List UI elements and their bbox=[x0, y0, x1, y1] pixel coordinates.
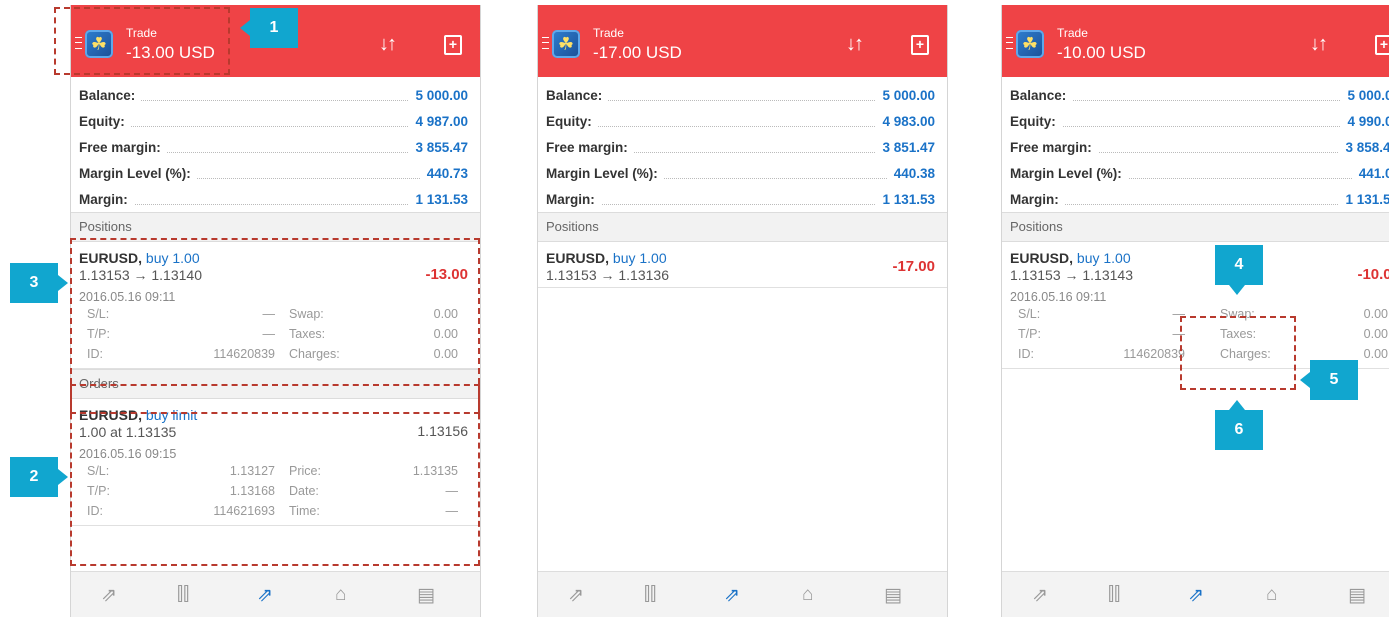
position-symbol: EURUSD, bbox=[1010, 250, 1074, 266]
screen-title: Trade bbox=[593, 26, 624, 40]
chart-icon[interactable]: ⫿⫿ bbox=[177, 584, 189, 606]
marker-3: 3 bbox=[10, 263, 68, 303]
app-logo-icon: ☘ bbox=[552, 30, 580, 58]
new-order-icon[interactable]: + bbox=[911, 35, 929, 55]
equity-row: Equity: 4 987.00 bbox=[79, 114, 468, 129]
new-order-icon[interactable]: + bbox=[444, 35, 462, 55]
new-order-icon[interactable]: + bbox=[1375, 35, 1389, 55]
floating-profit: -10.00 USD bbox=[1057, 43, 1146, 62]
free-margin-row: Free margin:3 858.47 bbox=[1002, 134, 1389, 160]
trade-icon[interactable]: ⇗ bbox=[724, 584, 740, 607]
history-icon[interactable]: ⌂ bbox=[802, 584, 813, 606]
app-logo-icon: ☘ bbox=[1016, 30, 1044, 58]
menu-icon[interactable] bbox=[1006, 37, 1013, 49]
header-bar: ☘ Trade -10.00 USD ↓↑ + bbox=[1002, 5, 1389, 77]
equity-row: Equity: 4 983.00 bbox=[546, 114, 935, 129]
trade-screen-3: ☘ Trade -10.00 USD ↓↑ + Balance:5 000.00… bbox=[1001, 5, 1389, 617]
position-prices: 1.13153 → 1.13143 bbox=[1010, 267, 1133, 283]
screen-title: Trade bbox=[1057, 26, 1088, 40]
account-summary: Balance: 5 000.00 Equity: 4 987.00 Free ma… bbox=[71, 77, 480, 212]
history-icon[interactable]: ⌂ bbox=[1266, 584, 1277, 606]
position-symbol: EURUSD, bbox=[546, 250, 610, 266]
marker-2: 2 bbox=[10, 457, 68, 497]
floating-profit: -17.00 USD bbox=[593, 43, 682, 62]
margin-level-row: Margin Level (%):441.00 bbox=[1002, 160, 1389, 186]
position-profit: -17.00 bbox=[892, 258, 935, 275]
equity-row: Equity:4 990.00 bbox=[1002, 108, 1389, 134]
balance-row: Balance:5 000.00 bbox=[546, 88, 935, 103]
sort-icon[interactable]: ↓↑ bbox=[1310, 33, 1328, 56]
quotes-icon[interactable]: ⇗ bbox=[101, 584, 117, 607]
balance-row: Balance:5 000.00 bbox=[1002, 82, 1389, 108]
history-icon[interactable]: ⌂ bbox=[335, 584, 346, 606]
account-summary: Balance: 5 000.00 Equity: 4 983.00 Free ma… bbox=[538, 77, 947, 212]
position-item[interactable]: EURUSD, buy 1.00 1.13153 → 1.13136 -17.0… bbox=[538, 242, 947, 288]
chart-icon[interactable]: ⫿⫿ bbox=[1108, 584, 1120, 606]
position-action: buy 1.00 bbox=[612, 250, 667, 266]
news-icon[interactable]: ▤ bbox=[884, 584, 902, 607]
marker-4: 4 bbox=[1215, 245, 1263, 295]
trade-icon[interactable]: ⇗ bbox=[257, 584, 273, 607]
news-icon[interactable]: ▤ bbox=[417, 584, 435, 607]
bottom-nav: ⇗ ⫿⫿ ⇗ ⌂ ▤ bbox=[538, 571, 947, 617]
position-profit: -10.00 bbox=[1357, 266, 1389, 283]
highlight-orders-box bbox=[70, 384, 480, 566]
free-margin-row: Free margin: 3 855.47 bbox=[79, 140, 468, 155]
sort-icon[interactable]: ↓↑ bbox=[379, 33, 397, 56]
marker-5: 5 bbox=[1300, 360, 1358, 400]
position-prices: 1.13153 → 1.13136 bbox=[546, 267, 669, 283]
highlight-profit-box bbox=[54, 7, 230, 75]
margin-row: Margin:1 131.53 bbox=[79, 192, 468, 207]
margin-row: Margin:1 131.53 bbox=[546, 192, 935, 207]
position-time: 2016.05.16 09:11 bbox=[1010, 290, 1107, 304]
account-summary: Balance:5 000.00 Equity:4 990.00 Free ma… bbox=[1002, 77, 1389, 212]
marker-6: 6 bbox=[1215, 400, 1263, 450]
bottom-nav: ⇗ ⫿⫿ ⇗ ⌂ ▤ bbox=[1002, 571, 1389, 617]
free-margin-row: Free margin: 3 851.47 bbox=[546, 140, 935, 155]
quotes-icon[interactable]: ⇗ bbox=[568, 584, 584, 607]
trade-screen-2: ☘ Trade -17.00 USD ↓↑ + Balance: 5 000.00… bbox=[537, 5, 948, 617]
positions-header: Positions bbox=[538, 212, 947, 242]
positions-header: Positions bbox=[1002, 212, 1389, 242]
menu-icon[interactable] bbox=[542, 37, 549, 49]
news-icon[interactable]: ▤ bbox=[1348, 584, 1366, 607]
bottom-nav: ⇗ ⫿⫿ ⇗ ⌂ ▤ bbox=[71, 571, 480, 617]
quotes-icon[interactable]: ⇗ bbox=[1032, 584, 1048, 607]
highlight-swap-taxes-charges-box bbox=[1180, 316, 1296, 390]
balance-row: Balance:5 000.00 bbox=[79, 88, 468, 103]
position-action: buy 1.00 bbox=[1076, 250, 1131, 266]
margin-level-row: Margin Level (%): 440.38 bbox=[546, 166, 935, 181]
sort-icon[interactable]: ↓↑ bbox=[846, 33, 864, 56]
margin-row: Margin:1 131.53 bbox=[1002, 186, 1389, 212]
chart-icon[interactable]: ⫿⫿ bbox=[644, 584, 656, 606]
trade-icon[interactable]: ⇗ bbox=[1188, 584, 1204, 607]
marker-1: 1 bbox=[240, 8, 298, 48]
margin-level-row: Margin Level (%): 440.73 bbox=[79, 166, 468, 181]
header-bar: ☘ Trade -17.00 USD ↓↑ + bbox=[538, 5, 947, 77]
